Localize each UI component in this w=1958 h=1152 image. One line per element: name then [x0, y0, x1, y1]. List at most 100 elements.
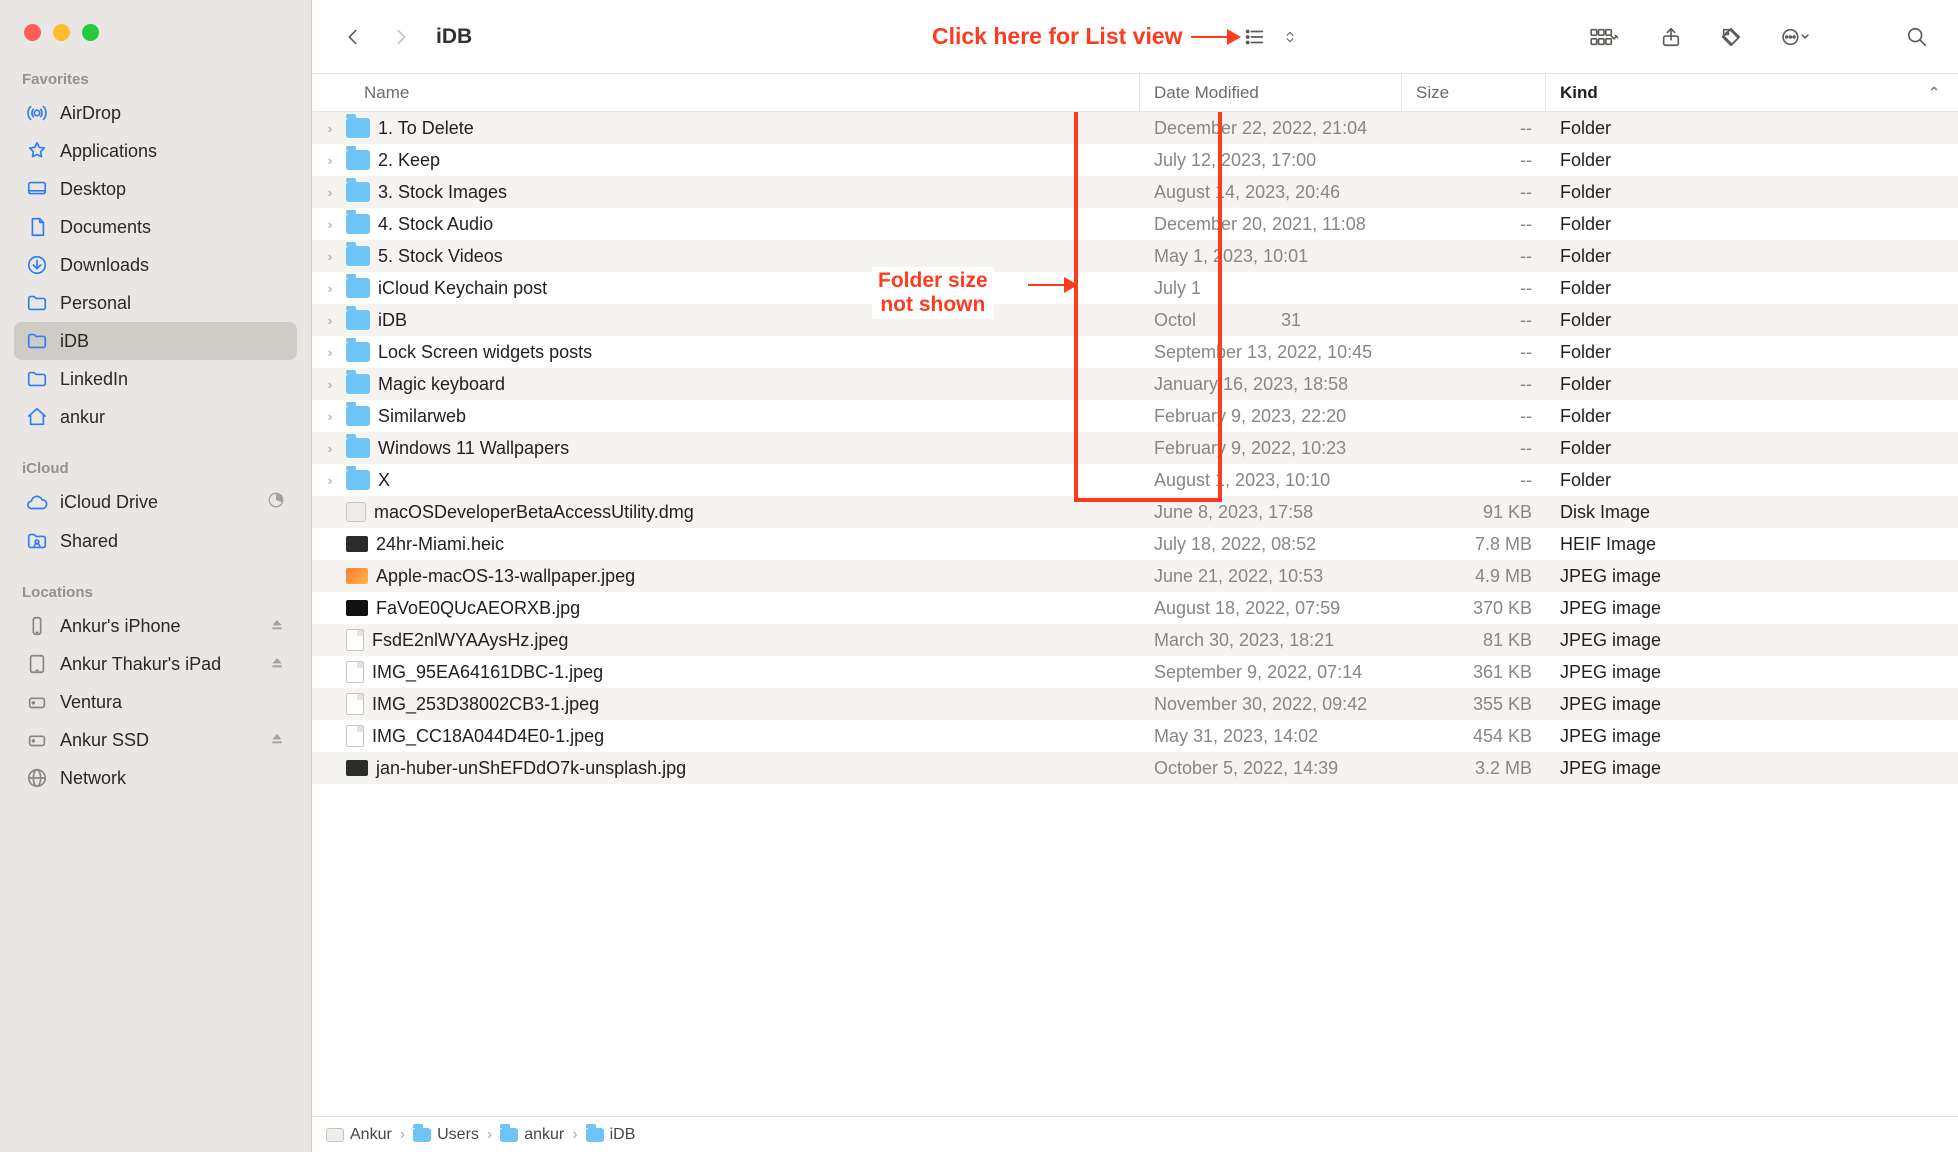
sidebar-item-shared[interactable]: Shared [14, 522, 297, 560]
sidebar-item-icloud-drive[interactable]: iCloud Drive [14, 483, 297, 522]
eject-icon[interactable] [269, 616, 285, 637]
close-window-button[interactable] [24, 24, 41, 41]
column-size[interactable]: Size [1402, 74, 1546, 111]
file-row[interactable]: ›Magic keyboardJanuary 16, 2023, 18:58--… [312, 368, 1958, 400]
file-row[interactable]: ›SimilarwebFebruary 9, 2023, 22:20--Fold… [312, 400, 1958, 432]
file-size: 454 KB [1402, 726, 1546, 747]
sidebar-item-downloads[interactable]: Downloads [14, 246, 297, 284]
sidebar-item-ankur[interactable]: ankur [14, 398, 297, 436]
path-crumb-label: Users [437, 1126, 479, 1144]
disclosure-triangle[interactable]: › [322, 281, 338, 296]
folder-icon [346, 374, 370, 394]
file-size: -- [1402, 342, 1546, 363]
file-row[interactable]: FaVoE0QUcAEORXB.jpgAugust 18, 2022, 07:5… [312, 592, 1958, 624]
file-row[interactable]: 24hr-Miami.heicJuly 18, 2022, 08:527.8 M… [312, 528, 1958, 560]
eject-icon[interactable] [269, 730, 285, 751]
file-name: Windows 11 Wallpapers [378, 438, 569, 459]
file-size: 91 KB [1402, 502, 1546, 523]
file-kind: JPEG image [1546, 694, 1958, 715]
file-date: August 18, 2022, 07:59 [1140, 598, 1402, 619]
path-crumb[interactable]: iDB [586, 1126, 636, 1144]
column-name[interactable]: Name [312, 74, 1140, 111]
sidebar-item-ventura[interactable]: Ventura [14, 683, 297, 721]
file-row[interactable]: ›iDBOctol 31--Folder [312, 304, 1958, 336]
file-row[interactable]: ›4. Stock AudioDecember 20, 2021, 11:08-… [312, 208, 1958, 240]
file-row[interactable]: ›3. Stock ImagesAugust 14, 2023, 20:46--… [312, 176, 1958, 208]
list-view-button[interactable] [1234, 16, 1276, 58]
sidebar-item-label: Downloads [60, 255, 149, 276]
file-row[interactable]: ›Lock Screen widgets postsSeptember 13, … [312, 336, 1958, 368]
file-name: Lock Screen widgets posts [378, 342, 592, 363]
disclosure-triangle[interactable]: › [322, 185, 338, 200]
file-date: September 9, 2022, 07:14 [1140, 662, 1402, 683]
file-row[interactable]: IMG_CC18A044D4E0-1.jpegMay 31, 2023, 14:… [312, 720, 1958, 752]
disclosure-triangle[interactable]: › [322, 249, 338, 264]
sidebar-item-documents[interactable]: Documents [14, 208, 297, 246]
disclosure-triangle[interactable]: › [322, 217, 338, 232]
sidebar-item-ankur-ssd[interactable]: Ankur SSD [14, 721, 297, 759]
file-kind: HEIF Image [1546, 534, 1958, 555]
path-crumb[interactable]: ankur [500, 1126, 564, 1144]
fullscreen-window-button[interactable] [82, 24, 99, 41]
sidebar-item-personal[interactable]: Personal [14, 284, 297, 322]
disclosure-triangle[interactable]: › [322, 345, 338, 360]
eject-icon[interactable] [269, 654, 285, 675]
sidebar-item-ankur-s-iphone[interactable]: Ankur's iPhone [14, 607, 297, 645]
sidebar-item-applications[interactable]: Applications [14, 132, 297, 170]
group-by-button[interactable] [1576, 16, 1632, 58]
file-row[interactable]: macOSDeveloperBetaAccessUtility.dmgJune … [312, 496, 1958, 528]
view-options-chevrons[interactable] [1280, 16, 1300, 58]
disclosure-triangle[interactable]: › [322, 473, 338, 488]
sidebar-item-idb[interactable]: iDB [14, 322, 297, 360]
file-date: February 9, 2022, 10:23 [1140, 438, 1402, 459]
disclosure-triangle[interactable]: › [322, 377, 338, 392]
share-button[interactable] [1650, 16, 1692, 58]
file-row[interactable]: ›iCloud Keychain postJuly 1--Folder [312, 272, 1958, 304]
path-separator: › [487, 1126, 492, 1144]
file-list[interactable]: Folder size not shown ›1. To DeleteDecem… [312, 112, 1958, 1116]
sidebar-item-network[interactable]: Network [14, 759, 297, 797]
disclosure-triangle[interactable]: › [322, 441, 338, 456]
sidebar-item-linkedin[interactable]: LinkedIn [14, 360, 297, 398]
disclosure-triangle[interactable]: › [322, 153, 338, 168]
sidebar-item-desktop[interactable]: Desktop [14, 170, 297, 208]
sidebar-item-label: LinkedIn [60, 369, 128, 390]
file-row[interactable]: jan-huber-unShEFDdO7k-unsplash.jpgOctobe… [312, 752, 1958, 784]
file-row[interactable]: ›XAugust 1, 2023, 10:10--Folder [312, 464, 1958, 496]
column-kind[interactable]: Kind ⌃ [1546, 74, 1958, 111]
path-bar[interactable]: Ankur›Users›ankur›iDB [312, 1116, 1958, 1152]
column-date[interactable]: Date Modified [1140, 74, 1402, 111]
file-size: -- [1402, 246, 1546, 267]
file-size: -- [1402, 278, 1546, 299]
disclosure-triangle[interactable]: › [322, 313, 338, 328]
file-row[interactable]: IMG_95EA64161DBC-1.jpegSeptember 9, 2022… [312, 656, 1958, 688]
sidebar-item-ankur-thakur-s-ipad[interactable]: Ankur Thakur's iPad [14, 645, 297, 683]
sidebar-item-label: Applications [60, 141, 157, 162]
action-menu-button[interactable] [1770, 16, 1820, 58]
minimize-window-button[interactable] [53, 24, 70, 41]
file-name: IMG_253D38002CB3-1.jpeg [372, 694, 599, 715]
path-separator: › [400, 1126, 405, 1144]
forward-button[interactable] [380, 16, 422, 58]
storage-pie-icon [267, 491, 285, 514]
folder-icon [346, 246, 370, 266]
file-row[interactable]: › Windows 11 Wallpapers February 9, 2022, … [312, 432, 1958, 464]
file-row[interactable]: Apple-macOS-13-wallpaper.jpegJune 21, 20… [312, 560, 1958, 592]
file-kind: Folder [1546, 406, 1958, 427]
file-row[interactable]: FsdE2nlWYAAysHz.jpegMarch 30, 2023, 18:2… [312, 624, 1958, 656]
file-row[interactable]: IMG_253D38002CB3-1.jpegNovember 30, 2022… [312, 688, 1958, 720]
sidebar-item-label: Ankur's iPhone [60, 616, 181, 637]
sidebar-item-airdrop[interactable]: AirDrop [14, 94, 297, 132]
back-button[interactable] [332, 16, 374, 58]
file-name: Magic keyboard [378, 374, 505, 395]
search-button[interactable] [1896, 16, 1938, 58]
path-crumb[interactable]: Users [413, 1126, 479, 1144]
file-row[interactable]: ›5. Stock VideosMay 1, 2023, 10:01--Fold… [312, 240, 1958, 272]
path-crumb[interactable]: Ankur [326, 1126, 392, 1144]
disclosure-triangle[interactable]: › [322, 409, 338, 424]
file-row[interactable]: ›2. KeepJuly 12, 2023, 17:00--Folder [312, 144, 1958, 176]
disclosure-triangle[interactable]: › [322, 121, 338, 136]
file-row[interactable]: ›1. To DeleteDecember 22, 2022, 21:04--F… [312, 112, 1958, 144]
file-date: October 5, 2022, 14:39 [1140, 758, 1402, 779]
tags-button[interactable] [1710, 16, 1752, 58]
